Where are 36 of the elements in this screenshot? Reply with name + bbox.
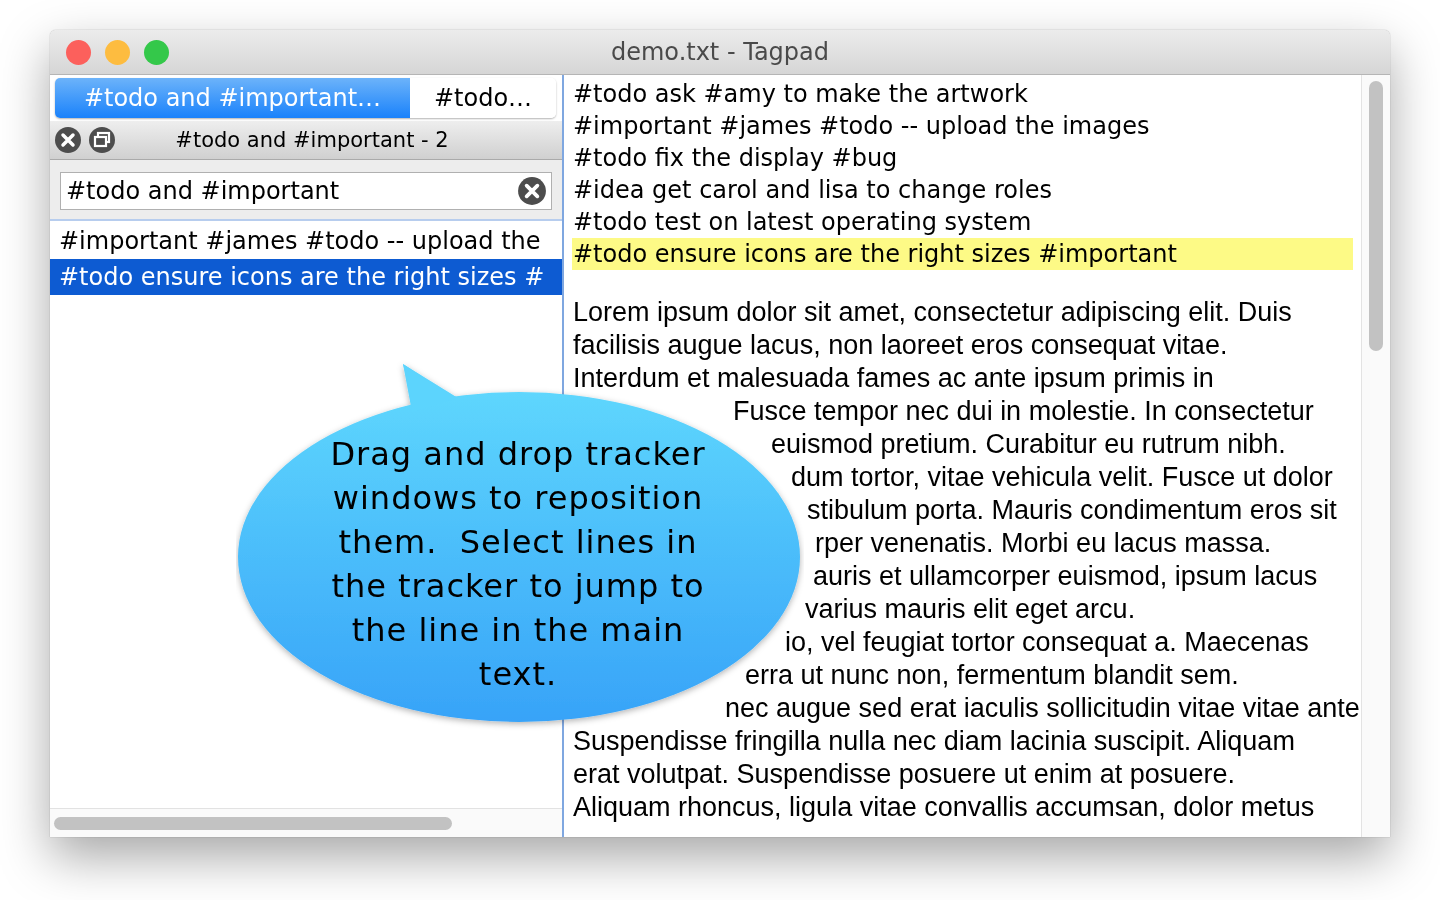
close-button[interactable] (66, 39, 91, 65)
tracker-tab[interactable]: #todo… (410, 78, 556, 118)
body-text-line: Fusce tempor nec dui in molestie. In consectetur (733, 396, 1314, 426)
body-text-line: Suspendisse fringilla nulla nec diam lacinia suscipit. Aliquam (573, 726, 1295, 756)
search-field[interactable]: #todo and #important (60, 172, 552, 210)
minimize-button[interactable] (105, 39, 130, 65)
tagged-line: #todo test on latest operating system (572, 207, 1033, 238)
body-text-line: euismod pretium. Curabitur eu rutrum nibh. (771, 429, 1286, 459)
scrollbar-thumb[interactable] (54, 816, 452, 830)
tracker-title: #todo and #important - 2 (174, 128, 450, 152)
window-title: demo.txt - Tagpad (611, 38, 829, 66)
tagged-line: #important #james #todo -- upload the images (572, 111, 1151, 142)
result-row[interactable]: #important #james #todo -- upload the (50, 223, 562, 259)
body-text-line: stibulum porta. Mauris condimentum eros sit (807, 495, 1337, 525)
tagged-line: #todo ask #amy to make the artwork (572, 79, 1029, 110)
body-text-line: auris et ullamcorper euismod, ipsum lacus (813, 561, 1318, 591)
body-text-line: erra ut nunc non, fermentum blandit sem. (745, 660, 1239, 690)
body-text-line: facilisis augue lacus, non laoreet eros consequat vitae. (573, 330, 1228, 360)
zoom-button[interactable] (144, 39, 169, 65)
result-row[interactable]: #todo ensure icons are the right sizes # (50, 259, 562, 295)
body-text-line: Aliquam rhoncus, ligula vitae convallis accumsan, dolor metus (573, 792, 1315, 822)
body-text-line: io, vel feugiat tortor consequat a. Maecenas (785, 627, 1309, 657)
body-text-line: Interdum et malesuada fames ac ante ipsum primis in (573, 363, 1214, 393)
clear-icon[interactable] (517, 176, 547, 206)
close-icon[interactable] (54, 126, 82, 154)
body-text-line: erat volutpat. Suspendisse posuere ut enim at posuere. (573, 759, 1235, 789)
scrollbar-thumb[interactable] (1369, 81, 1383, 351)
restore-icon[interactable] (88, 126, 116, 154)
body-text-line: Lorem ipsum dolor sit amet, consectetur adipiscing elit. Duis (573, 297, 1292, 327)
body-text-line: dum tortor, vitae vehicula velit. Fusce ut dolor (791, 462, 1333, 492)
body-text-line: nec augue sed erat iaculis sollicitudin vitae vitae ante. (725, 693, 1361, 723)
tagged-line: #idea get carol and lisa to change roles (572, 175, 1053, 206)
callout-text: Drag and drop tracker windows to reposition them. Select lines in the tracker to jump to the line in the main text. (329, 434, 707, 695)
body-text-line: rper venenatis. Morbi eu lacus massa. (815, 528, 1272, 558)
tagged-line: #todo fix the display #bug (572, 143, 899, 174)
body-text-line: varius mauris elit eget arcu. (805, 594, 1136, 624)
